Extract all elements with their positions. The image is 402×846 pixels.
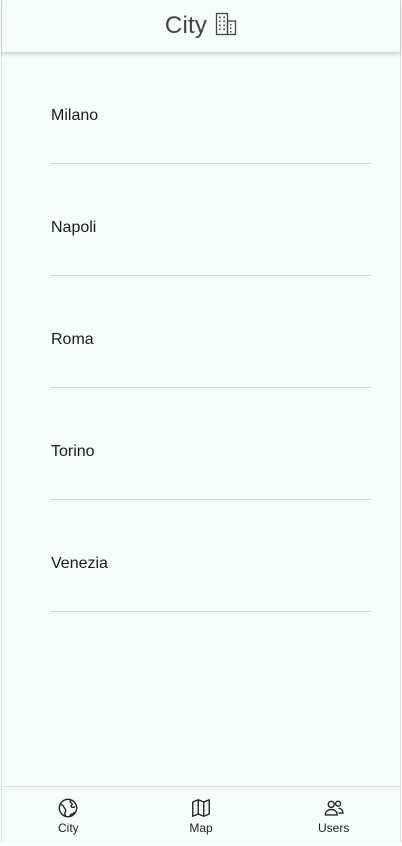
bottom-tab-bar: City Map Users (2, 786, 400, 843)
city-name: Roma (51, 331, 94, 348)
tab-label: Map (189, 821, 213, 835)
city-list: Milano Napoli Roma Torino Venezia (50, 53, 371, 612)
tab-label: City (58, 821, 79, 835)
map-icon (190, 797, 212, 819)
city-item-torino[interactable]: Torino (50, 389, 371, 500)
users-icon (323, 797, 345, 819)
tab-users[interactable]: Users (267, 787, 400, 843)
city-name: Napoli (51, 219, 97, 236)
city-name: Milano (51, 107, 99, 124)
page-title: City (164, 12, 208, 39)
city-item-venezia[interactable]: Venezia (50, 501, 371, 612)
globe-icon (57, 797, 79, 819)
tab-city[interactable]: City (2, 787, 135, 843)
tab-map[interactable]: Map (135, 787, 268, 843)
building-icon (215, 12, 237, 36)
app-window: City Milano Napoli Roma Torino Venezia C… (1, 0, 401, 843)
tab-label: Users (318, 821, 350, 835)
city-name: Venezia (51, 555, 108, 572)
city-item-napoli[interactable]: Napoli (50, 165, 371, 276)
city-name: Torino (51, 443, 95, 460)
city-item-milano[interactable]: Milano (50, 53, 371, 164)
app-header: City (2, 0, 400, 53)
city-item-roma[interactable]: Roma (50, 277, 371, 388)
